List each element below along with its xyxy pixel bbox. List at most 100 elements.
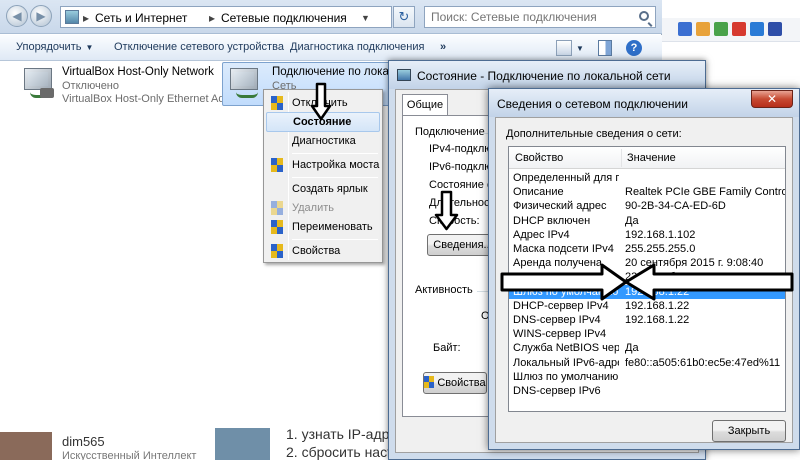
back-button[interactable]: ◀ [6, 5, 28, 27]
forum-user: dim565 Искусственный Интеллект [0, 428, 215, 460]
uac-shield-icon [271, 201, 283, 215]
details-row[interactable]: Физический адрес 90-2B-34-CA-ED-6D [509, 199, 785, 213]
menu-item-properties[interactable]: Свойства [266, 241, 380, 261]
details-row[interactable]: Адрес IPv4 192.168.1.102 [509, 228, 785, 242]
toolbar-icon[interactable] [750, 22, 764, 36]
network-icon [397, 69, 411, 81]
details-caption: Дополнительные сведения о сети: [506, 128, 682, 140]
network-adapter-icon[interactable] [20, 66, 56, 100]
menu-item-diagnose[interactable]: Диагностика [266, 131, 380, 151]
listview-header: Свойство Значение [509, 147, 785, 169]
details-title: Сведения о сетевом подключении [497, 97, 688, 111]
details-row[interactable]: DNS-сервер IPv6 [509, 384, 785, 398]
row-value: 192.168.1.22 [625, 314, 690, 326]
forward-button[interactable]: ▶ [30, 5, 52, 27]
row-value: 255.255.255.0 [625, 243, 696, 255]
row-property: Описание [513, 186, 564, 199]
column-property[interactable]: Свойство [515, 152, 563, 164]
details-row[interactable]: DHCP включен Да [509, 214, 785, 228]
user-name[interactable]: dim565 [62, 434, 105, 449]
details-titlebar[interactable]: Сведения о сетевом подключении ✕ [489, 89, 799, 117]
row-property: Адрес IPv4 [513, 228, 570, 241]
disabled-badge-icon [40, 88, 54, 98]
change-view-icon[interactable] [556, 40, 572, 56]
avatar [0, 432, 52, 460]
adapter-name[interactable]: VirtualBox Host-Only Network [62, 66, 214, 78]
column-value[interactable]: Значение [627, 152, 676, 164]
row-property: DNS-сервер IPv4 [513, 314, 601, 326]
search-icon[interactable] [639, 11, 649, 21]
close-icon[interactable]: ✕ [751, 90, 793, 108]
toolbar-icon[interactable] [696, 22, 710, 36]
row-property: Маска подсети IPv4 [513, 243, 614, 255]
network-adapter-icon[interactable] [226, 66, 262, 100]
organize-button[interactable]: Упорядочить ▼ [16, 41, 93, 53]
uac-shield-icon [271, 158, 283, 172]
details-row[interactable]: Шлюз по умолчанию IP... [509, 370, 785, 384]
diagnose-button[interactable]: Диагностика подключения [290, 41, 424, 53]
bytes-label: Байт: [433, 342, 461, 354]
menu-item-bridge[interactable]: Настройка моста [266, 155, 380, 175]
help-icon[interactable]: ? [626, 40, 642, 56]
close-button[interactable]: Закрыть [712, 420, 786, 442]
toolbar-icon[interactable] [768, 22, 782, 36]
row-value: 90-2B-34-CA-ED-6D [625, 200, 726, 213]
down-arrow-annotation [434, 190, 459, 231]
menu-separator [292, 177, 378, 178]
menu-separator [292, 153, 378, 154]
toolbar-icon[interactable] [678, 22, 692, 36]
row-property: Определенный для по... [513, 172, 619, 184]
search-input[interactable] [431, 10, 631, 24]
row-property: Физический адрес [513, 200, 607, 213]
details-row[interactable]: Локальный IPv6-адрес... fe80::a505:61b0:e… [509, 356, 785, 370]
details-row[interactable]: Описание Realtek PCIe GBE Family Controll… [509, 185, 785, 199]
uac-shield-icon [271, 220, 283, 234]
row-property: DNS-сервер IPv6 [513, 385, 601, 397]
view-dropdown-icon[interactable]: ▼ [576, 44, 584, 53]
breadcrumb-network-internet[interactable]: Сеть и Интернет [95, 11, 187, 25]
command-bar: Упорядочить ▼ Отключение сетевого устройс… [0, 35, 662, 61]
properties-button[interactable]: Свойства [423, 372, 487, 394]
network-folder-icon [65, 10, 79, 24]
activity-group-label: Активность [415, 284, 473, 296]
menu-separator [292, 239, 378, 240]
preview-pane-icon[interactable] [598, 40, 612, 56]
tab-general[interactable]: Общие [402, 94, 448, 116]
row-property: Служба NetBIOS через... [513, 342, 619, 355]
menu-item-delete: Удалить [266, 198, 380, 218]
down-arrow-annotation [310, 82, 332, 121]
row-property: DHCP включен [513, 214, 591, 227]
breadcrumb-network-connections[interactable]: Сетевые подключения [221, 11, 347, 25]
row-value: Да [625, 214, 639, 227]
details-row[interactable]: DNS-сервер IPv4 192.168.1.22 [509, 313, 785, 327]
address-bar[interactable]: ▸ Сеть и Интернет ▸ Сетевые подключения … [60, 6, 392, 28]
menu-item-shortcut[interactable]: Создать ярлык [266, 179, 380, 199]
row-value: Да [625, 342, 639, 355]
row-property: Локальный IPv6-адрес... [513, 356, 619, 369]
gateway-arrow-annotation [500, 263, 794, 301]
menu-item-rename[interactable]: Переименовать [266, 217, 380, 237]
toolbar-icon[interactable] [732, 22, 746, 36]
refresh-button[interactable]: ↻ [393, 6, 415, 28]
status-titlebar[interactable]: Состояние - Подключение по локальной сет… [389, 61, 705, 89]
row-property: WINS-сервер IPv4 [513, 328, 607, 341]
row-value: Realtek PCIe GBE Family Controller [625, 186, 785, 199]
details-row[interactable]: Служба NetBIOS через... Да [509, 341, 785, 355]
browser-toolbar-strip [660, 18, 800, 42]
connection-group-label: Подключение [415, 126, 485, 138]
status-title: Состояние - Подключение по локальной сет… [417, 69, 671, 83]
toolbar-icon[interactable] [714, 22, 728, 36]
user-subtitle: Искусственный Интеллект [62, 450, 197, 460]
address-dropdown-icon[interactable]: ▼ [361, 13, 370, 23]
adapter-device: VirtualBox Host-Only Ethernet Ad... [62, 93, 234, 105]
adapter-status: Отключено [62, 80, 119, 92]
uac-shield-icon [271, 96, 283, 110]
row-value: fe80::a505:61b0:ec5e:47ed%11 [625, 356, 781, 369]
row-value: 192.168.1.102 [625, 228, 696, 241]
details-row[interactable]: Маска подсети IPv4 255.255.255.0 [509, 242, 785, 256]
more-options-icon[interactable]: » [440, 41, 447, 53]
search-box[interactable] [424, 6, 656, 28]
disable-device-button[interactable]: Отключение сетевого устройства [114, 41, 284, 53]
details-row[interactable]: WINS-сервер IPv4 [509, 327, 785, 341]
details-row[interactable]: Определенный для по... [509, 171, 785, 185]
